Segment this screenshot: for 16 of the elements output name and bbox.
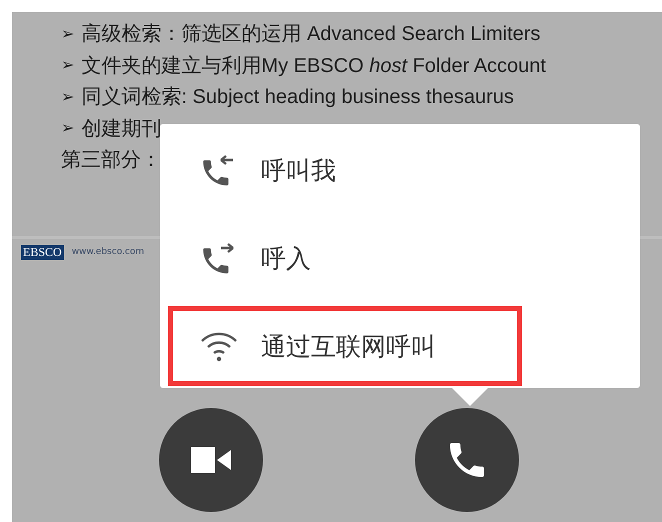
menu-item[interactable]: 呼叫我 <box>168 130 522 210</box>
bullet-arrow: ➢ <box>61 56 74 76</box>
video-camera-icon <box>191 444 231 474</box>
bullet-arrow: ➢ <box>61 88 74 107</box>
menu-item[interactable]: 通过互联网呼叫 <box>168 306 522 386</box>
slide-text: 文件夹的建立与利用My EBSCO host Folder Account <box>81 54 546 79</box>
website-url: www.ebsco.com <box>72 247 144 257</box>
phone-icon <box>449 442 485 478</box>
slide-text: 高级检索：筛选区的运用 Advanced Search Limiters <box>81 22 540 48</box>
logo: EBSCO <box>21 244 64 260</box>
bullet-arrow: ➢ <box>61 24 74 44</box>
slide-text: 同义词检索: Subject heading business thesaurus <box>81 85 514 110</box>
bullet-arrow: ➢ <box>61 119 74 138</box>
menu-item[interactable]: 呼入 <box>168 218 522 298</box>
slide-text: 第三部分： <box>61 148 161 174</box>
slide-text: 创建期刊 <box>81 116 162 142</box>
